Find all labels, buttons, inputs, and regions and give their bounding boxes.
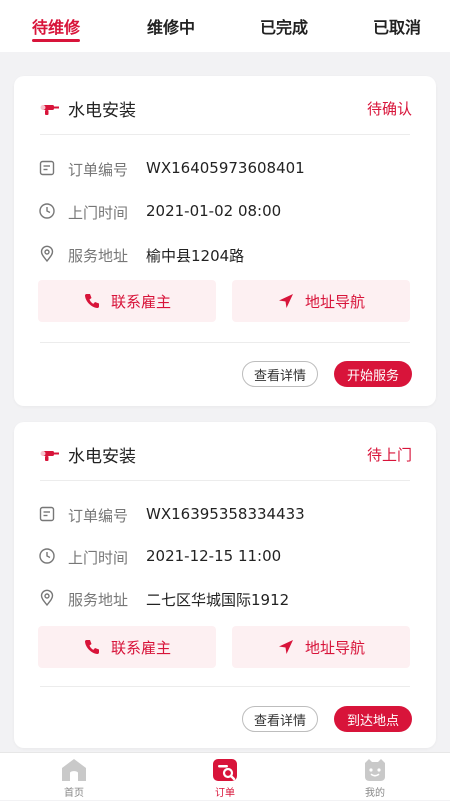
service-title: 水电安装 — [68, 101, 136, 121]
status-tabs: 待维修 维修中 已完成 已取消 — [0, 0, 450, 52]
divider — [40, 342, 410, 343]
home-icon — [62, 759, 86, 781]
clock-icon — [39, 203, 55, 219]
contact-employer-button[interactable]: 联系雇主 — [38, 626, 216, 668]
divider — [40, 480, 410, 481]
address-navigation-button[interactable]: 地址导航 — [232, 626, 410, 668]
visit-time-label: 上门时间 — [68, 204, 129, 222]
order-number-row: 订单编号 WX16395358334433 — [14, 502, 436, 528]
nav-profile-label: 我的 — [365, 788, 385, 799]
contact-employer-label: 联系雇主 — [110, 292, 171, 311]
start-service-button[interactable]: 开始服务 — [334, 361, 412, 387]
drill-icon — [40, 105, 59, 115]
navigation-arrow-icon — [278, 294, 293, 308]
tab-cancelled[interactable]: 已取消 — [366, 0, 428, 52]
view-details-button[interactable]: 查看详情 — [242, 706, 318, 732]
divider — [40, 686, 410, 687]
nav-orders-label: 订单 — [215, 788, 235, 799]
drill-icon — [40, 451, 59, 461]
order-number-value: WX16405973608401 — [146, 159, 305, 177]
tab-completed[interactable]: 已完成 — [253, 0, 315, 52]
phone-icon — [84, 640, 99, 654]
order-card: 水电安装 待确认 订单编号 WX16405973608401 上门时间 2021… — [14, 76, 436, 406]
contact-employer-button[interactable]: 联系雇主 — [38, 280, 216, 322]
visit-time-row: 上门时间 2021-01-02 08:00 — [14, 199, 436, 225]
address-navigation-button[interactable]: 地址导航 — [232, 280, 410, 322]
address-row: 服务地址 榆中县1204路 — [14, 242, 436, 268]
tab-in-repair[interactable]: 维修中 — [140, 0, 202, 52]
address-label: 服务地址 — [68, 247, 129, 265]
clock-icon — [39, 548, 55, 564]
address-navigation-label: 地址导航 — [304, 638, 365, 657]
order-status: 待上门 — [366, 446, 412, 464]
order-status: 待确认 — [366, 100, 412, 118]
address-value: 榆中县1204路 — [146, 247, 245, 265]
contact-employer-label: 联系雇主 — [110, 638, 171, 657]
service-title: 水电安装 — [68, 447, 136, 467]
location-pin-icon — [40, 589, 54, 607]
order-number-row: 订单编号 WX16405973608401 — [14, 156, 436, 182]
nav-home[interactable]: 首页 — [44, 753, 104, 801]
visit-time-value: 2021-12-15 11:00 — [146, 547, 282, 565]
address-value: 二七区华城国际1912 — [146, 591, 290, 609]
location-pin-icon — [40, 245, 54, 263]
document-icon — [39, 506, 55, 522]
navigation-arrow-icon — [278, 640, 293, 654]
visit-time-label: 上门时间 — [68, 549, 129, 567]
arrive-location-button[interactable]: 到达地点 — [334, 706, 412, 732]
orders-icon — [213, 759, 237, 781]
visit-time-row: 上门时间 2021-12-15 11:00 — [14, 544, 436, 570]
nav-profile[interactable]: 我的 — [345, 753, 405, 801]
nav-orders[interactable]: 订单 — [195, 753, 255, 801]
order-card-header: 水电安装 待确认 — [14, 76, 436, 134]
order-card-header: 水电安装 待上门 — [14, 422, 436, 480]
address-row: 服务地址 二七区华城国际1912 — [14, 586, 436, 612]
phone-icon — [84, 294, 99, 308]
order-card: 水电安装 待上门 订单编号 WX16395358334433 上门时间 2021… — [14, 422, 436, 748]
address-label: 服务地址 — [68, 591, 129, 609]
address-navigation-label: 地址导航 — [304, 292, 365, 311]
tab-pending-repair[interactable]: 待维修 — [28, 0, 84, 52]
order-number-label: 订单编号 — [68, 507, 129, 525]
nav-home-label: 首页 — [64, 788, 84, 799]
visit-time-value: 2021-01-02 08:00 — [146, 202, 282, 220]
view-details-button[interactable]: 查看详情 — [242, 361, 318, 387]
order-number-label: 订单编号 — [68, 161, 129, 179]
profile-icon — [365, 759, 385, 781]
order-number-value: WX16395358334433 — [146, 505, 305, 523]
document-icon — [39, 160, 55, 176]
divider — [40, 134, 410, 135]
bottom-navigation: 首页 订单 我的 — [0, 752, 450, 800]
